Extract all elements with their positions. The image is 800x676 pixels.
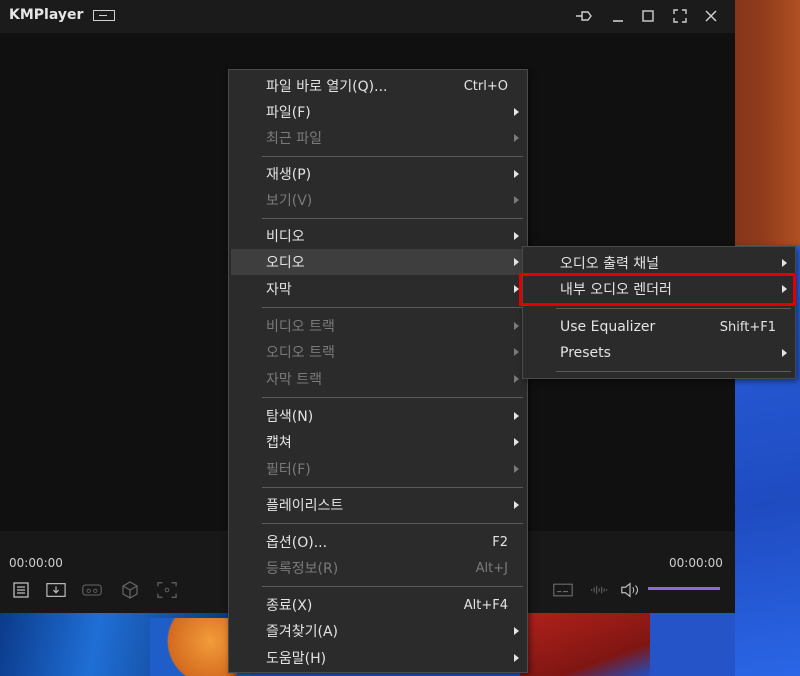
submenu-arrow-icon [514,232,519,240]
menu-item-help[interactable]: 도움말(H) [231,645,525,671]
menu-separator [262,397,523,398]
menu-item-playlist[interactable]: 플레이리스트 [231,492,525,518]
submenu-arrow-icon [514,438,519,446]
capture-icon[interactable] [157,580,177,600]
audio-submenu: 오디오 출력 채널 내부 오디오 렌더러 Use Equalizer Shift… [522,246,796,379]
submenu-arrow-icon [782,349,787,357]
menu-item-audio[interactable]: 오디오 [231,249,525,275]
minimize-icon[interactable] [608,6,628,26]
menu-item-navigate[interactable]: 탐색(N) [231,403,525,429]
mini-mode-icon[interactable] [93,10,115,21]
volume-slider[interactable] [648,587,720,590]
submenu-arrow-icon [514,196,519,204]
menu-item-filter: 필터(F) [231,456,525,482]
highlight-box [519,273,796,306]
submenu-arrow-icon [514,654,519,662]
menu-item-video[interactable]: 비디오 [231,223,525,249]
menu-item-video-track: 비디오 트랙 [231,313,525,339]
pin-icon[interactable] [574,6,594,26]
menu-item-file[interactable]: 파일(F) [231,99,525,125]
fullscreen-icon[interactable] [670,6,690,26]
submenu-item-presets[interactable]: Presets [525,340,793,366]
title-bar[interactable]: KMPlayer [0,0,735,33]
menu-separator [262,523,523,524]
menu-item-options[interactable]: 옵션(O)... F2 [231,529,525,555]
menu-item-exit[interactable]: 종료(X) Alt+F4 [231,592,525,618]
wallpaper-shape [520,612,650,676]
menu-item-view: 보기(V) [231,187,525,213]
submenu-arrow-icon [514,348,519,356]
submenu-arrow-icon [514,322,519,330]
menu-separator [262,156,523,157]
close-icon[interactable] [701,6,721,26]
menu-separator [262,307,523,308]
submenu-arrow-icon [514,501,519,509]
submenu-arrow-icon [514,134,519,142]
context-menu: 파일 바로 열기(Q)... Ctrl+O 파일(F) 최근 파일 재생(P) … [228,69,528,673]
menu-item-subtitle-track: 자막 트랙 [231,366,525,392]
menu-item-recent-files: 최근 파일 [231,125,525,151]
menu-item-audio-track: 오디오 트랙 [231,339,525,365]
menu-item-capture[interactable]: 캡쳐 [231,429,525,455]
app-title: KMPlayer [9,7,84,23]
equalizer-icon[interactable] [590,580,610,600]
submenu-item-use-equalizer[interactable]: Use Equalizer Shift+F1 [525,314,793,340]
menu-separator [556,308,791,309]
menu-separator [262,218,523,219]
menu-item-properties: 등록정보(R) Alt+J [266,560,508,578]
submenu-arrow-icon [514,170,519,178]
submenu-arrow-icon [514,412,519,420]
submenu-arrow-icon [782,259,787,267]
menu-item-play[interactable]: 재생(P) [231,161,525,187]
vr-icon[interactable] [82,580,102,600]
submenu-arrow-icon [514,375,519,383]
submenu-arrow-icon [514,258,519,266]
playlist-icon[interactable] [11,580,31,600]
menu-item-open-file[interactable]: 파일 바로 열기(Q)... Ctrl+O [231,73,525,99]
maximize-icon[interactable] [638,6,658,26]
menu-separator [262,487,523,488]
menu-separator [262,586,523,587]
menu-item-subtitles[interactable]: 자막 [231,276,525,302]
volume-icon[interactable] [620,580,640,600]
current-time: 00:00:00 [9,556,63,570]
subtitle-icon[interactable] [553,580,573,600]
menu-item-favorites[interactable]: 즐겨찾기(A) [231,618,525,644]
submenu-arrow-icon [514,627,519,635]
menu-separator [556,371,791,372]
3d-icon[interactable] [120,580,140,600]
total-time: 00:00:00 [669,556,723,570]
submenu-arrow-icon [514,108,519,116]
submenu-arrow-icon [514,465,519,473]
download-icon[interactable] [46,580,66,600]
